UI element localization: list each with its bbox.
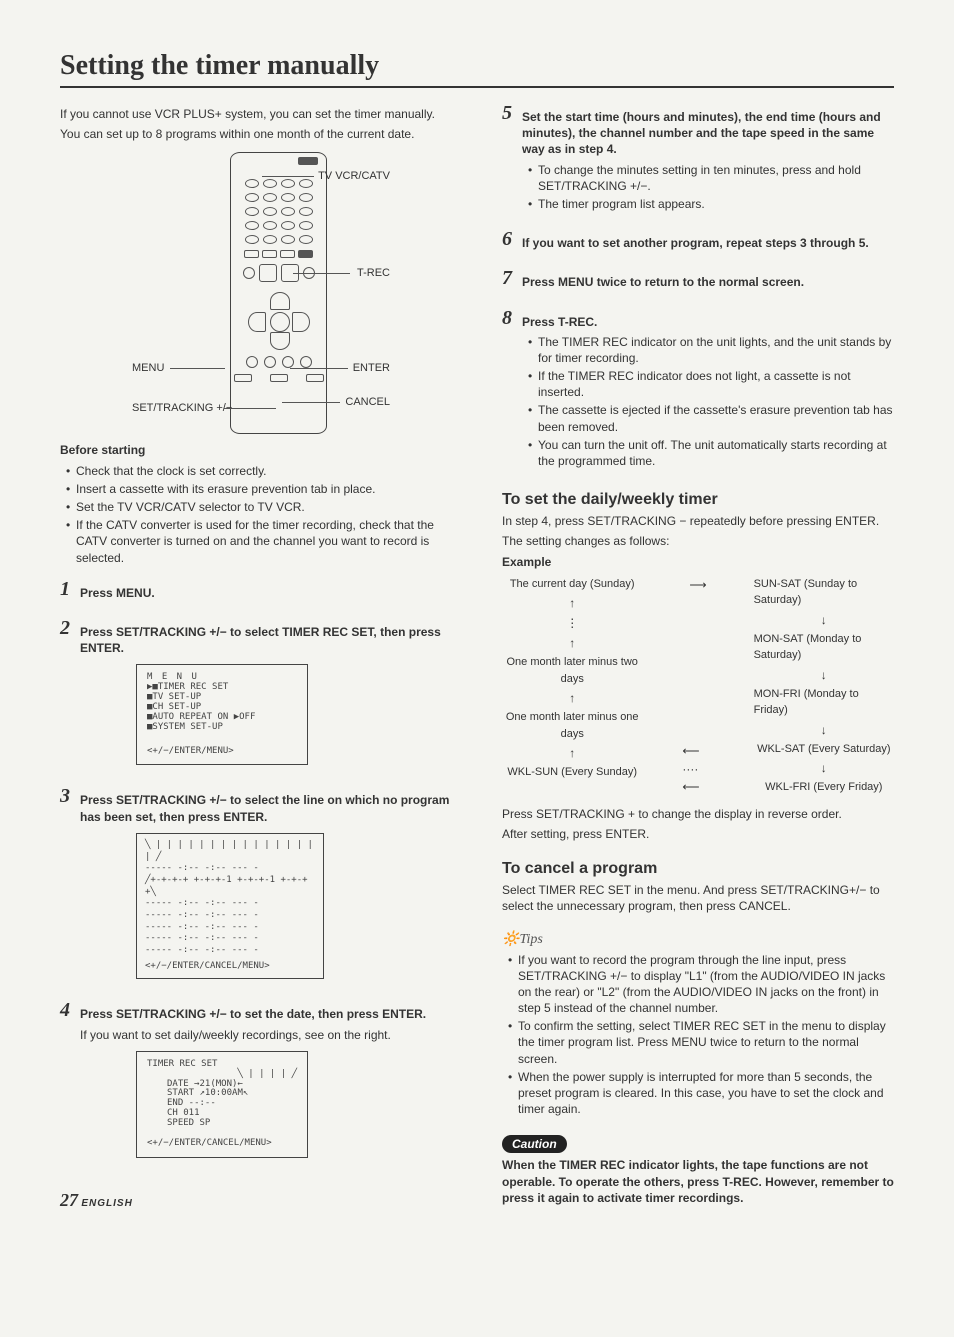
step-number: 6 [502, 228, 512, 251]
step-number: 4 [60, 999, 70, 1022]
right-column: 5 Set the start time (hours and minutes)… [502, 102, 894, 1211]
remote-diagram: TV VCR/CATV T-REC ENTER CANCEL MENU SET/… [170, 152, 390, 432]
step-note: If you want to set daily/weekly recordin… [80, 1027, 452, 1043]
list-item: You can turn the unit off. The unit auto… [528, 437, 894, 469]
daily-after: After setting, press ENTER. [502, 826, 894, 842]
program-table-screen: ╲ | | | | | | | | | | | | | | | | ╱ ----… [136, 833, 324, 980]
caution-badge: Caution [502, 1135, 567, 1153]
page-number: 27 [60, 1190, 78, 1210]
intro-text-2: You can set up to 8 programs within one … [60, 126, 452, 142]
list-item: If you want to record the program throug… [508, 952, 894, 1017]
example-label: Example [502, 554, 894, 570]
cycle-diagram: The current day (Sunday) ↑ ⋮ ↑ One month… [502, 576, 894, 796]
step-text: Set the start time (hours and minutes), … [522, 109, 894, 158]
remote-label-cancel: CANCEL [345, 396, 390, 408]
cancel-heading: To cancel a program [502, 860, 894, 878]
daily-text: In step 4, press SET/TRACKING − repeated… [502, 513, 894, 529]
remote-label-trec: T-REC [357, 267, 390, 279]
step-text: Press SET/TRACKING +/− to select the lin… [80, 792, 452, 824]
page-title: Setting the timer manually [60, 50, 894, 88]
list-item: Check that the clock is set correctly. [66, 463, 452, 479]
list-item: If the TIMER REC indicator does not ligh… [528, 368, 894, 400]
step-number: 3 [60, 785, 70, 808]
remote-label-enter: ENTER [353, 362, 390, 374]
rec-set-screen: TIMER REC SET ╲ | | | | ╱ DATE →21(MON)←… [136, 1051, 308, 1158]
before-list: Check that the clock is set correctly. I… [60, 463, 452, 566]
step-text: Press MENU. [80, 585, 452, 601]
page-footer: 27 ENGLISH [60, 1190, 452, 1211]
left-column: If you cannot use VCR PLUS+ system, you … [60, 102, 452, 1211]
list-item: If the CATV converter is used for the ti… [66, 517, 452, 566]
list-item: The timer program list appears. [528, 196, 894, 212]
step-number: 5 [502, 102, 512, 125]
list-item: Set the TV VCR/CATV selector to TV VCR. [66, 499, 452, 515]
remote-label-menu: MENU [132, 362, 164, 374]
list-item: To change the minutes setting in ten min… [528, 162, 894, 194]
tips-list: If you want to record the program throug… [502, 952, 894, 1118]
list-item: The TIMER REC indicator on the unit ligh… [528, 334, 894, 366]
daily-text: The setting changes as follows: [502, 533, 894, 549]
step-text: Press MENU twice to return to the normal… [522, 274, 894, 290]
list-item: To confirm the setting, select TIMER REC… [508, 1018, 894, 1067]
step-text: Press SET/TRACKING +/− to set the date, … [80, 1006, 452, 1022]
step-text: Press SET/TRACKING +/− to select TIMER R… [80, 624, 452, 656]
step-text: Press T-REC. [522, 314, 894, 330]
remote-label-tv: TV VCR/CATV [318, 170, 390, 182]
cancel-text: Select TIMER REC SET in the menu. And pr… [502, 882, 894, 914]
list-item: Insert a cassette with its erasure preve… [66, 481, 452, 497]
page-language: ENGLISH [81, 1198, 132, 1209]
step-number: 2 [60, 617, 70, 640]
step-number: 8 [502, 307, 512, 330]
step-number: 7 [502, 267, 512, 290]
before-heading: Before starting [60, 442, 452, 458]
list-item: The cassette is ejected if the cassette'… [528, 402, 894, 434]
list-item: When the power supply is interrupted for… [508, 1069, 894, 1118]
tips-label: 🔆Tips [502, 931, 894, 948]
intro-text: If you cannot use VCR PLUS+ system, you … [60, 106, 452, 122]
caution-text: When the TIMER REC indicator lights, the… [502, 1157, 894, 1206]
step-number: 1 [60, 578, 70, 601]
step-text: If you want to set another program, repe… [522, 235, 894, 251]
remote-label-set: SET/TRACKING +/− [132, 402, 232, 414]
menu-screen: M E N U ▶■TIMER REC SET ■TV SET-UP ■CH S… [136, 664, 308, 765]
daily-heading: To set the daily/weekly timer [502, 491, 894, 509]
daily-reverse: Press SET/TRACKING + to change the displ… [502, 806, 894, 822]
